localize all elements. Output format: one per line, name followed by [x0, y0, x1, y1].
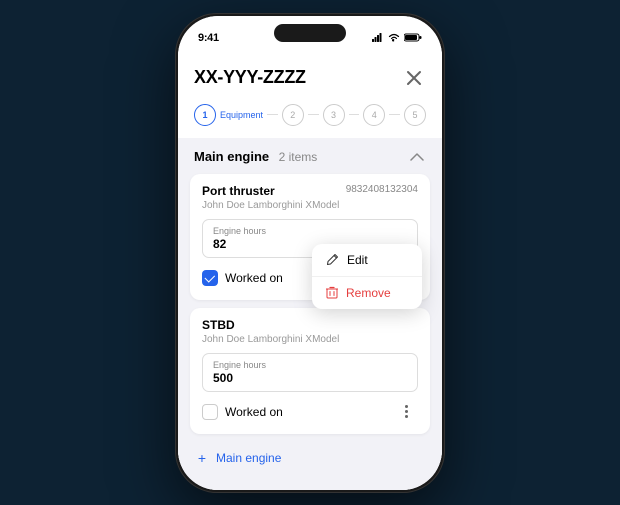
step-3[interactable]: 3 — [323, 104, 345, 126]
phone-screen: 9:41 — [178, 16, 442, 490]
equip-name-2: STBD — [202, 318, 235, 332]
worked-on-checkbox-1[interactable] — [202, 270, 218, 286]
section-header: Main engine 2 items — [178, 138, 442, 174]
step-1-label: Equipment — [220, 110, 263, 120]
context-menu-edit[interactable]: Edit — [312, 244, 422, 277]
chevron-up-icon — [410, 153, 424, 161]
engine-hours-label-1: Engine hours — [213, 226, 407, 236]
step-connector-2 — [308, 114, 319, 115]
status-bar: 9:41 — [178, 16, 442, 52]
equipment-card-2: STBD John Doe Lamborghini XModel Engine … — [190, 308, 430, 434]
close-button[interactable] — [402, 66, 426, 90]
step-connector-3 — [349, 114, 360, 115]
equip-sub-2: John Doe Lamborghini XModel — [202, 334, 418, 345]
step-2[interactable]: 2 — [282, 104, 304, 126]
section-title: Main engine — [194, 149, 269, 164]
step-3-circle: 3 — [323, 104, 345, 126]
equip-serial-1: 9832408132304 — [346, 184, 418, 195]
collapse-button[interactable] — [408, 148, 426, 166]
add-main-engine-row[interactable]: + Main engine — [178, 442, 442, 474]
wifi-icon — [388, 33, 400, 42]
edit-icon — [326, 253, 339, 266]
remove-label: Remove — [346, 286, 391, 300]
steps-row: 1 Equipment 2 3 4 5 — [178, 100, 442, 138]
worked-on-row-2: Worked on — [202, 400, 418, 424]
step-5[interactable]: 5 — [404, 104, 426, 126]
equip-name-1: Port thruster — [202, 184, 275, 198]
modal-title: XX-YYY-ZZZZ — [194, 67, 306, 88]
modal-sheet: XX-YYY-ZZZZ 1 Equipment 2 — [178, 52, 442, 490]
step-1-circle: 1 — [194, 104, 216, 126]
add-icon: + — [194, 450, 210, 466]
battery-icon — [404, 33, 422, 42]
phone-frame: 9:41 — [175, 13, 445, 493]
trash-icon — [326, 286, 338, 299]
modal-header: XX-YYY-ZZZZ — [178, 52, 442, 100]
equip-sub-1: John Doe Lamborghini XModel — [202, 200, 418, 211]
engine-hours-box-2: Engine hours 500 — [202, 353, 418, 392]
step-2-circle: 2 — [282, 104, 304, 126]
step-4-circle: 4 — [363, 104, 385, 126]
engine-hours-value-2: 500 — [213, 371, 407, 385]
context-menu-remove[interactable]: Remove — [312, 277, 422, 309]
section-count: 2 items — [279, 150, 318, 164]
signal-icon — [372, 33, 384, 42]
edit-label: Edit — [347, 253, 368, 267]
add-main-engine-label: Main engine — [216, 451, 281, 465]
worked-on-label-1: Worked on — [225, 271, 283, 285]
dynamic-island — [274, 24, 346, 42]
equipment-card-1: Port thruster 9832408132304 John Doe Lam… — [190, 174, 430, 300]
step-connector-1 — [267, 114, 278, 115]
step-1[interactable]: 1 Equipment — [194, 104, 263, 126]
step-5-circle: 5 — [404, 104, 426, 126]
engine-hours-label-2: Engine hours — [213, 360, 407, 370]
status-time: 9:41 — [198, 32, 219, 44]
equip-header-row-2: STBD — [202, 318, 418, 332]
equip-header-row-1: Port thruster 9832408132304 — [202, 184, 418, 198]
step-4[interactable]: 4 — [363, 104, 385, 126]
content-area: Main engine 2 items Port thruster 983240… — [178, 138, 442, 490]
status-icons — [372, 33, 422, 42]
more-options-button-2[interactable] — [394, 400, 418, 424]
close-icon — [406, 70, 422, 86]
step-connector-4 — [389, 114, 400, 115]
worked-on-label-2: Worked on — [225, 405, 283, 419]
worked-on-checkbox-2[interactable] — [202, 404, 218, 420]
context-menu: Edit Remove — [312, 244, 422, 309]
